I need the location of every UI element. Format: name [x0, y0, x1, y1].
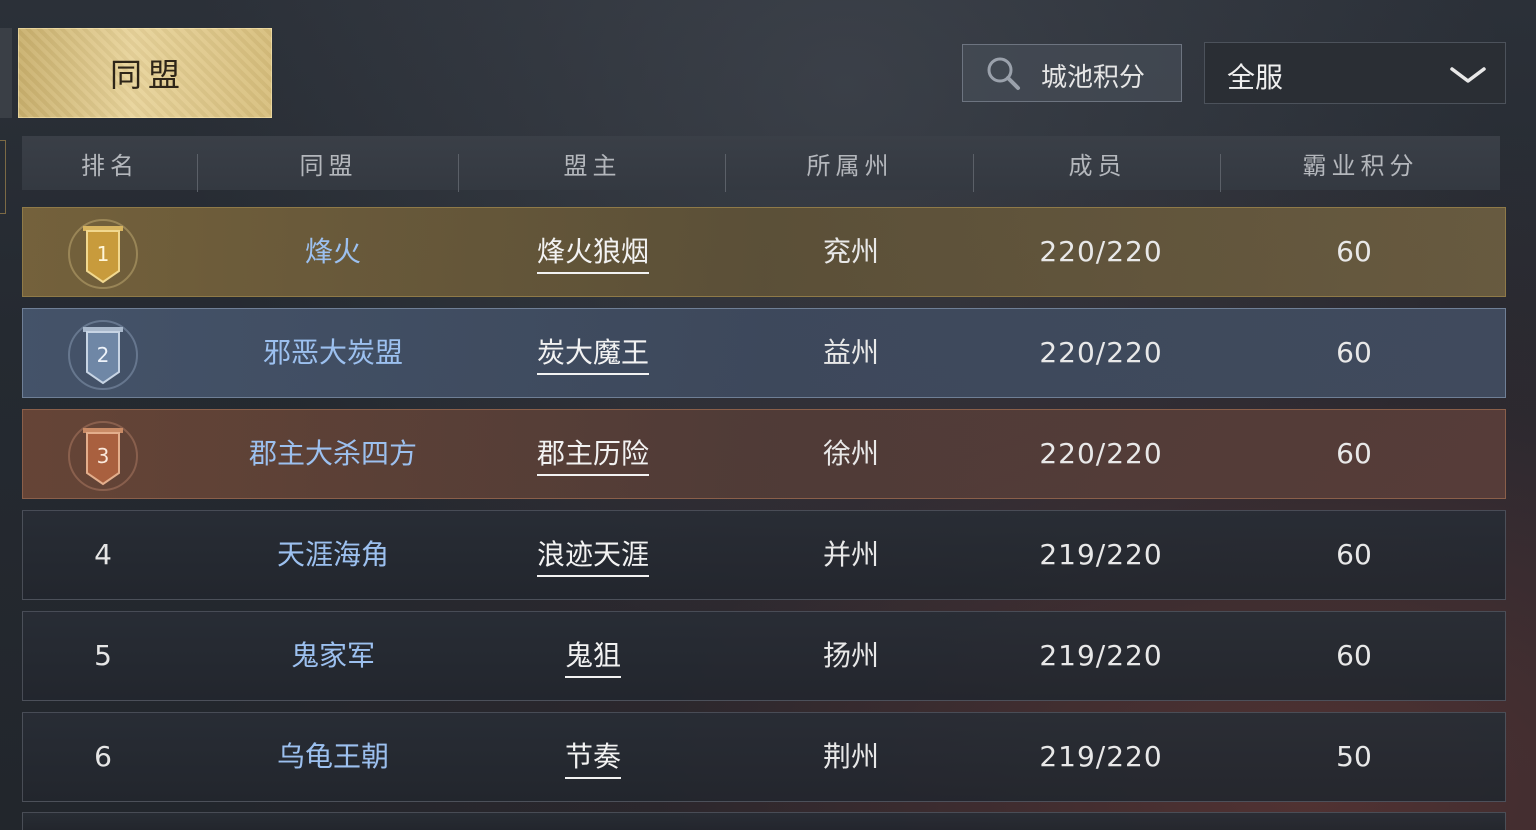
side-panel-frame: [0, 140, 6, 214]
members-cell: 219/220: [1039, 538, 1163, 571]
score-cell: 60: [1336, 538, 1372, 571]
alliance-name[interactable]: 乌龟王朝: [213, 713, 453, 801]
table-header: 排名 同盟 盟主 所属州 成员 霸业积分: [22, 136, 1500, 192]
score-cell: 60: [1336, 235, 1372, 268]
table-row[interactable]: 6 乌龟王朝 节奏 荆州 219/220 50: [22, 712, 1506, 802]
search-label: 城池积分: [1041, 63, 1146, 93]
state-cell: 兖州: [822, 235, 879, 268]
table-row[interactable]: 2 邪恶大炭盟 炭大魔王 益州 220/220 60: [22, 308, 1506, 398]
server-filter-dropdown[interactable]: 全服: [1204, 42, 1506, 104]
tab-alliance[interactable]: 同盟: [18, 28, 272, 118]
alliance-name[interactable]: 鬼家军: [213, 612, 453, 700]
tab-alliance-label: 同盟: [109, 56, 186, 94]
gold-banner-icon: 1: [68, 219, 138, 289]
rank-cell: 1: [23, 208, 183, 296]
leader-link[interactable]: 烽火狼烟: [483, 208, 703, 296]
column-header-leader: 盟主: [459, 146, 726, 192]
state-cell: 扬州: [822, 639, 879, 672]
chevron-down-icon: [1450, 67, 1486, 83]
column-header-members: 成员: [974, 146, 1221, 192]
state-cell: 益州: [822, 336, 879, 369]
score-cell: 60: [1336, 639, 1372, 672]
table-row[interactable]: 1 烽火 烽火狼烟 兖州 220/220 60: [22, 207, 1506, 297]
leader-link[interactable]: 节奏: [483, 713, 703, 801]
rank-cell: 2: [23, 309, 183, 397]
table-row[interactable]: 3 郡主大杀四方 郡主历险 徐州 220/220 60: [22, 409, 1506, 499]
table-row-partial: [22, 812, 1506, 830]
members-cell: 219/220: [1039, 639, 1163, 672]
svg-text:2: 2: [97, 343, 110, 367]
members-cell: 219/220: [1039, 740, 1163, 773]
leader-link[interactable]: 浪迹天涯: [483, 511, 703, 599]
leader-link[interactable]: 郡主历险: [483, 410, 703, 498]
leader-link[interactable]: 鬼狙: [483, 612, 703, 700]
rank-cell: 3: [23, 410, 183, 498]
search-icon: [987, 57, 1020, 90]
server-filter-value: 全服: [1227, 61, 1284, 94]
score-cell: 60: [1336, 437, 1372, 470]
column-header-rank: 排名: [22, 146, 198, 192]
bronze-banner-icon: 3: [68, 421, 138, 491]
rank-cell: 4: [94, 538, 112, 571]
state-cell: 徐州: [822, 437, 879, 470]
alliance-name[interactable]: 郡主大杀四方: [213, 410, 453, 498]
table-row[interactable]: 5 鬼家军 鬼狙 扬州 219/220 60: [22, 611, 1506, 701]
table-row[interactable]: 4 天涯海角 浪迹天涯 并州 219/220 60: [22, 510, 1506, 600]
state-cell: 并州: [822, 538, 879, 571]
rank-cell: 5: [94, 639, 112, 672]
side-panel-edge: [0, 28, 12, 118]
members-cell: 220/220: [1039, 235, 1163, 268]
column-header-score: 霸业积分: [1302, 151, 1419, 180]
members-cell: 220/220: [1039, 336, 1163, 369]
alliance-name[interactable]: 天涯海角: [213, 511, 453, 599]
svg-text:3: 3: [97, 444, 110, 468]
state-cell: 荆州: [822, 740, 879, 773]
city-score-search-button[interactable]: 城池积分: [962, 44, 1182, 102]
column-header-alliance: 同盟: [198, 146, 459, 192]
rank-cell: 6: [94, 740, 112, 773]
svg-text:1: 1: [97, 242, 110, 266]
silver-banner-icon: 2: [68, 320, 138, 390]
score-cell: 60: [1336, 336, 1372, 369]
alliance-name[interactable]: 邪恶大炭盟: [213, 309, 453, 397]
alliance-name[interactable]: 烽火: [213, 208, 453, 296]
leader-link[interactable]: 炭大魔王: [483, 309, 703, 397]
column-header-state: 所属州: [726, 146, 974, 192]
score-cell: 50: [1336, 740, 1372, 773]
members-cell: 220/220: [1039, 437, 1163, 470]
